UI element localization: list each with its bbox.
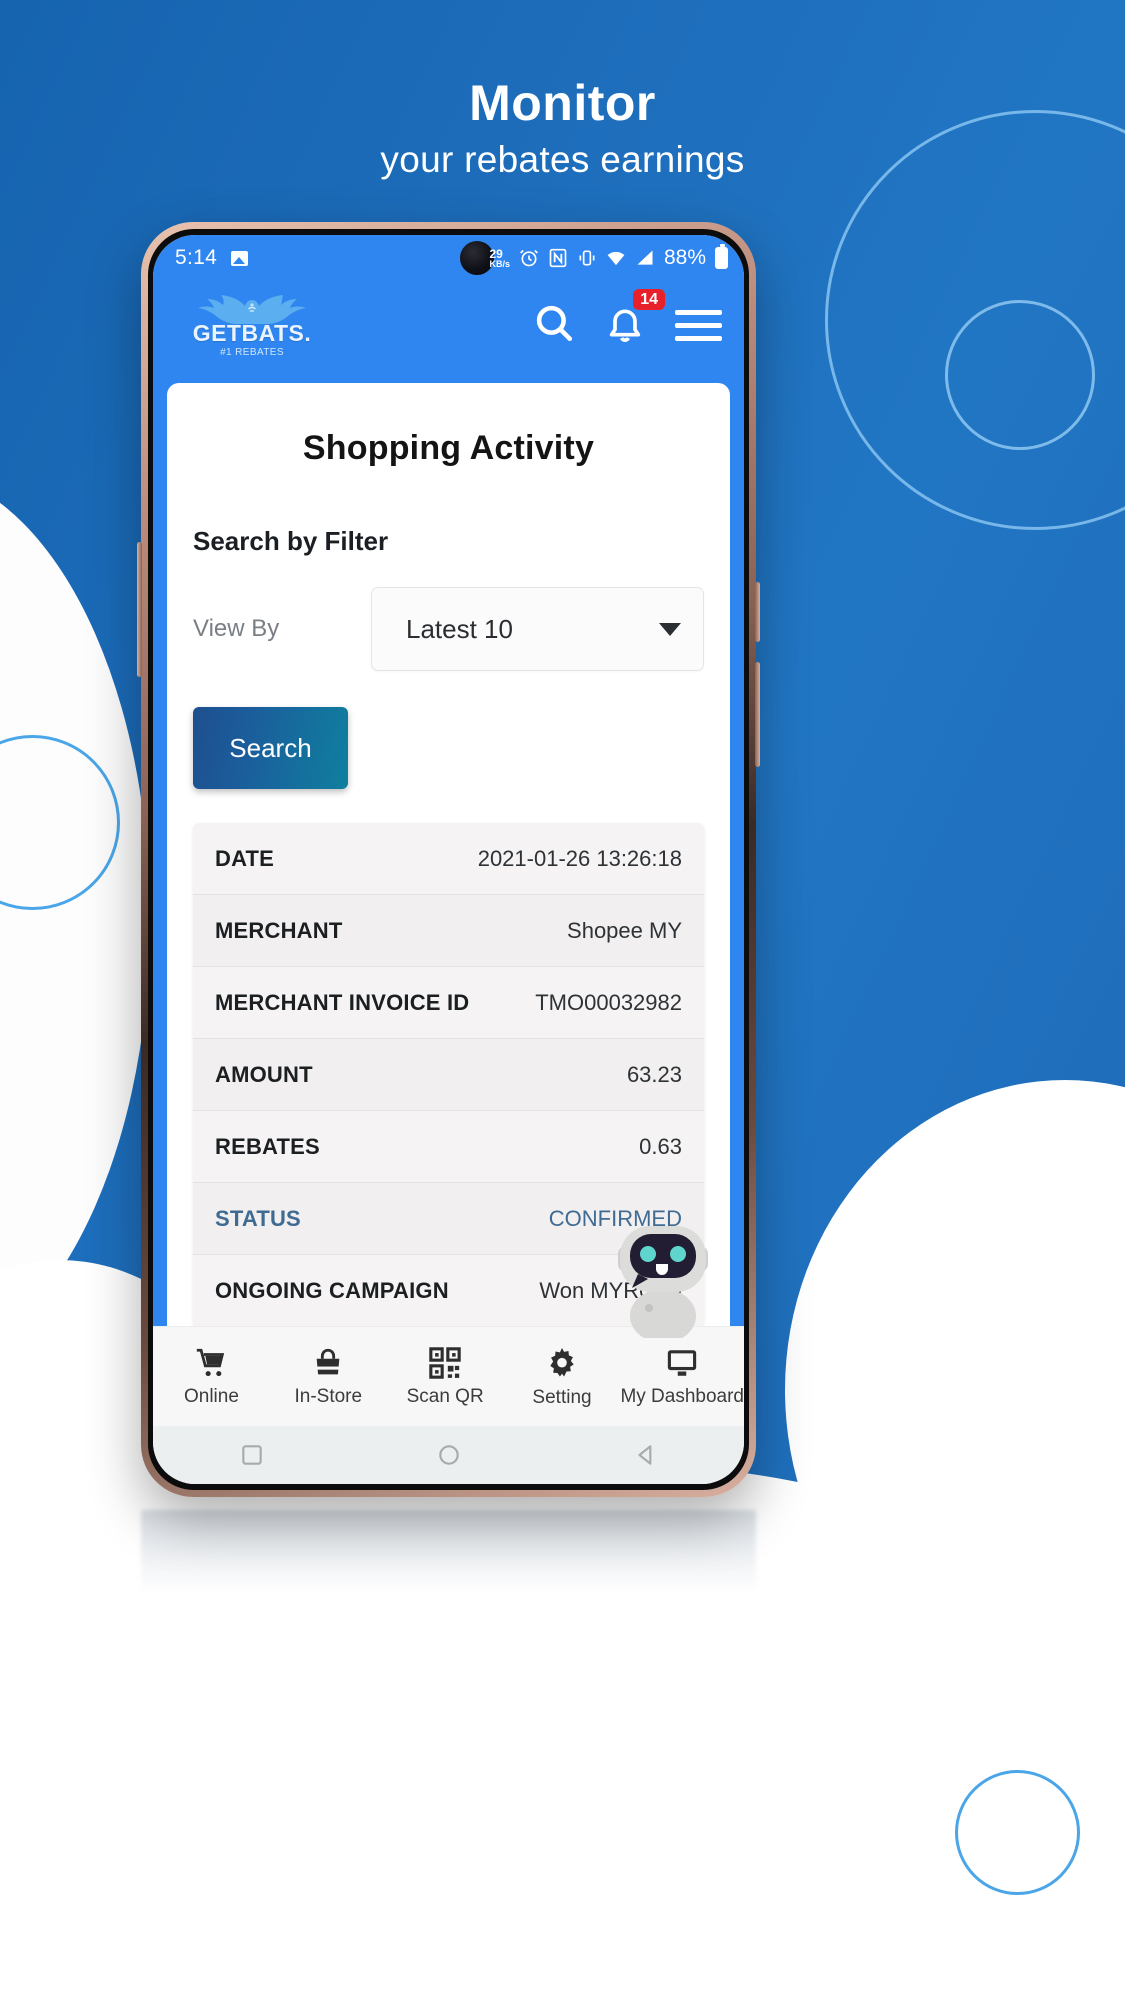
view-by-value: Latest 10 (406, 613, 513, 644)
android-navigation-bar (153, 1426, 744, 1484)
row-value: Shopee MY (567, 917, 682, 943)
notifications-button[interactable]: 14 (605, 288, 665, 349)
signal-icon (637, 250, 653, 265)
search-submit-button[interactable]: Search (193, 707, 348, 789)
triangle-back-icon[interactable] (633, 1442, 659, 1468)
qr-code-icon (429, 1346, 461, 1379)
app-logo[interactable]: GETBATS. #1 REBATES (177, 292, 327, 358)
header-actions: 14 (533, 288, 722, 349)
notification-badge: 14 (633, 288, 665, 311)
row-key: AMOUNT (215, 1061, 313, 1087)
promo-subtitle: your rebates earnings (380, 139, 745, 180)
phone-power-button[interactable] (755, 582, 760, 642)
wifi-icon (607, 251, 625, 266)
shopping-cart-icon (197, 1348, 225, 1376)
row-key: STATUS (215, 1205, 301, 1231)
nav-item-my-dashboard[interactable]: My Dashboard (620, 1346, 744, 1408)
bottom-navigation-bar: Online In-Store Scan QR Setting My Dashb… (153, 1326, 744, 1426)
phone-side-button[interactable] (755, 662, 760, 767)
square-recents-icon[interactable] (239, 1442, 265, 1468)
status-left-icons (231, 250, 249, 266)
table-row: AMOUNT 63.23 (193, 1039, 704, 1111)
hamburger-menu-icon[interactable] (675, 309, 722, 341)
promo-text-block: Monitor your rebates earnings (0, 76, 1125, 181)
nav-label: Setting (532, 1386, 592, 1408)
gear-icon (550, 1347, 574, 1376)
app-logo-tagline: #1 REBATES (220, 347, 284, 358)
table-row: MERCHANT INVOICE ID TMO00032982 (193, 967, 704, 1039)
row-key: MERCHANT INVOICE ID (215, 989, 470, 1015)
decor-ring-bottom-right (955, 1770, 1080, 1895)
app-header: GETBATS. #1 REBATES 14 (153, 281, 744, 369)
row-value: 63.23 (626, 1061, 682, 1087)
image-icon (231, 250, 249, 266)
view-by-dropdown[interactable]: Latest 10 (371, 587, 704, 671)
nfc-icon (549, 248, 567, 268)
filter-section: Search by Filter View By Latest 10 Searc… (167, 484, 730, 789)
status-time: 5:14 (175, 246, 218, 269)
phone-reflection (141, 1510, 756, 1630)
row-value: 2021-01-26 13:26:18 (477, 845, 682, 871)
row-key: REBATES (215, 1133, 320, 1159)
status-right-icons: 29 KB/s 88% (460, 241, 728, 275)
monitor-icon (668, 1349, 697, 1376)
page-title: Shopping Activity (302, 429, 595, 467)
vibrate-icon (579, 250, 595, 266)
filter-row: View By Latest 10 (193, 587, 704, 671)
phone-volume-button[interactable] (137, 542, 142, 677)
nav-label: My Dashboard (620, 1385, 744, 1407)
filter-heading: Search by Filter (193, 526, 389, 556)
nav-item-in-store[interactable]: In-Store (270, 1346, 387, 1408)
nav-label: In-Store (294, 1385, 363, 1407)
row-key: ONGOING CAMPAIGN (215, 1278, 449, 1303)
nav-label: Online (183, 1385, 239, 1407)
nav-item-online[interactable]: Online (153, 1346, 270, 1408)
table-row: REBATES 0.63 (193, 1111, 704, 1183)
status-bar: 5:14 29 KB/s 88% (153, 235, 744, 281)
search-button[interactable] (533, 302, 575, 349)
row-key: DATE (215, 845, 275, 871)
row-key: MERCHANT (215, 917, 343, 943)
row-value: 0.63 (639, 1133, 682, 1159)
promo-background: Monitor your rebates earnings 5:14 29 KB/… (0, 0, 1125, 2000)
chevron-down-icon (659, 622, 681, 636)
search-icon (536, 305, 573, 341)
app-content: Shopping Activity Search by Filter View … (153, 369, 744, 1366)
nav-item-scan-qr[interactable]: Scan QR (387, 1346, 504, 1408)
nav-label: Scan QR (406, 1385, 484, 1407)
row-value: TMO00032982 (535, 989, 682, 1015)
battery-percentage: 88% (663, 246, 706, 269)
phone-device-frame: 5:14 29 KB/s 88% GETBATS. #1 REBATES 14 … (137, 222, 760, 1497)
decor-ring-top-right-small (945, 300, 1095, 450)
shopping-bag-icon (316, 1348, 340, 1374)
app-logo-name: GETBATS. (192, 320, 312, 346)
phone-bezel: 5:14 29 KB/s 88% GETBATS. #1 REBATES 14 … (148, 229, 749, 1490)
circle-home-icon[interactable] (436, 1442, 462, 1468)
alarm-icon (520, 249, 538, 267)
view-by-label: View By (193, 615, 280, 642)
phone-screen: 5:14 29 KB/s 88% GETBATS. #1 REBATES 14 … (153, 235, 744, 1484)
nav-item-setting[interactable]: Setting (504, 1345, 621, 1409)
battery-icon (715, 244, 728, 269)
decor-blob-left (0, 470, 150, 1370)
promo-title: Monitor (469, 75, 656, 131)
table-row: DATE 2021-01-26 13:26:18 (193, 823, 704, 895)
network-speed-indicator: 29 KB/s (489, 246, 510, 269)
chatbot-robot-icon[interactable] (604, 1208, 722, 1338)
table-row: MERCHANT Shopee MY (193, 895, 704, 967)
decor-bottom-white-area (0, 1460, 1125, 2000)
